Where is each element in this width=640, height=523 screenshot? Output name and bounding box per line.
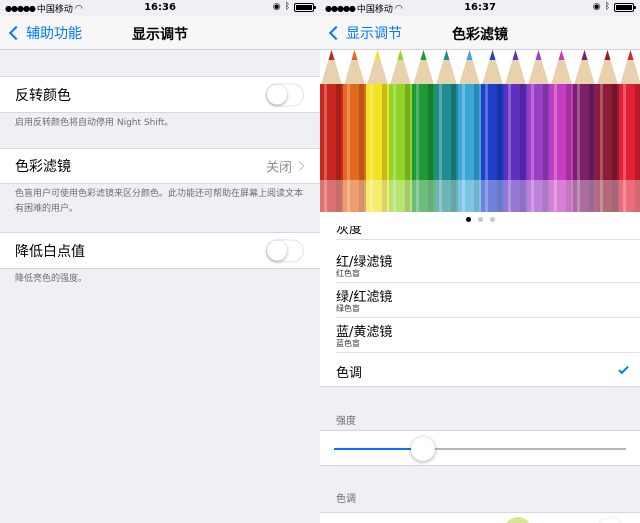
filter-name: 色调 <box>336 366 363 381</box>
page-indicator[interactable] <box>320 212 640 226</box>
orientation-lock-icon: ◉ <box>592 2 601 12</box>
chevron-right-icon <box>294 161 305 171</box>
bluetooth-icon: ᛒ <box>284 2 290 12</box>
filter-row-color-tint[interactable]: 色调 <box>320 353 640 386</box>
invert-colors-row: 反转颜色 <box>0 76 320 113</box>
color-pencil <box>366 50 389 212</box>
navigation-bar: 辅助功能 显示调节 <box>0 16 320 50</box>
navigation-bar: 显示调节 色彩滤镜 <box>320 16 640 50</box>
page-dot[interactable] <box>477 216 483 222</box>
color-pencil <box>619 50 640 212</box>
color-pencil <box>320 50 343 212</box>
filter-row-blue-yellow[interactable]: 蓝/黄滤镜 蓝色盲 <box>320 318 640 353</box>
page-dot[interactable] <box>489 216 495 222</box>
reduce-white-point-footer: 降低亮色的强度。 <box>15 274 88 284</box>
color-filters-screen: ●●●●● 中国移动 ◠ 16:37 ◉ ᛒ 显示调节 色彩滤镜 灰度 红/绿滤… <box>320 0 640 523</box>
battery-icon <box>614 2 636 12</box>
battery-icon <box>294 2 316 12</box>
filter-subtitle: 红色盲 <box>336 269 360 278</box>
page-title: 色彩滤镜 <box>452 27 508 43</box>
invert-colors-toggle[interactable] <box>266 83 304 106</box>
color-pencil <box>527 50 550 212</box>
intensity-slider-thumb[interactable] <box>411 437 436 461</box>
display-settings-screen: ●●●●● 中国移动 ◠ 16:36 ◉ ᛒ 辅助功能 显示调节 反转颜色 启用… <box>0 0 320 523</box>
color-filters-footer: 色盲用户可使用色彩滤镜来区分颜色。此功能还可帮助在屏幕上阅读文本有困难的用户。 <box>15 189 304 214</box>
status-bar: ●●●●● 中国移动 ◠ 16:37 ◉ ᛒ <box>320 0 640 16</box>
filter-list: 灰度 红/绿滤镜 红色盲 绿/红滤镜 绿色盲 蓝/黄滤镜 蓝色盲 色调 <box>320 226 640 387</box>
color-pencil <box>481 50 504 212</box>
filter-subtitle: 绿色盲 <box>336 304 360 313</box>
color-pencil <box>458 50 481 212</box>
color-pencil <box>435 50 458 212</box>
reduce-white-point-row: 降低白点值 <box>0 232 320 269</box>
intensity-header: 强度 <box>336 416 356 427</box>
bluetooth-icon: ᛒ <box>604 2 610 12</box>
page-title: 显示调节 <box>132 27 188 43</box>
hue-slider-end-thumb[interactable] <box>598 518 622 523</box>
invert-colors-footer: 启用反转颜色将自动停用 Night Shift。 <box>15 118 174 128</box>
filter-row-grayscale[interactable]: 灰度 <box>320 226 640 240</box>
color-pencil <box>343 50 366 212</box>
filter-name: 灰度 <box>336 226 363 237</box>
intensity-slider-track[interactable] <box>334 448 626 450</box>
filter-row-green-red[interactable]: 绿/红滤镜 绿色盲 <box>320 283 640 318</box>
status-bar: ●●●●● 中国移动 ◠ 16:36 ◉ ᛒ <box>0 0 320 16</box>
filter-row-red-green[interactable]: 红/绿滤镜 红色盲 <box>320 248 640 283</box>
color-pencil <box>412 50 435 212</box>
orientation-lock-icon: ◉ <box>272 2 281 12</box>
color-filters-value: 关闭 <box>265 160 292 176</box>
reduce-white-point-label: 降低白点值 <box>15 243 85 260</box>
hue-slider-row <box>320 512 640 523</box>
color-pencil <box>596 50 619 212</box>
hue-slider-thumb[interactable] <box>504 517 532 523</box>
reduce-white-point-toggle[interactable] <box>266 239 304 262</box>
color-pencil <box>550 50 573 212</box>
color-filters-row[interactable]: 色彩滤镜 关闭 <box>0 148 320 184</box>
color-filters-label: 色彩滤镜 <box>15 159 71 175</box>
checkmark-icon <box>618 363 629 375</box>
color-pencils-preview[interactable] <box>320 50 640 212</box>
filter-subtitle: 蓝色盲 <box>336 339 360 348</box>
color-pencil <box>573 50 596 212</box>
page-dot[interactable] <box>465 216 471 222</box>
color-pencil <box>389 50 412 212</box>
intensity-slider-row <box>320 430 640 466</box>
hue-header: 色调 <box>336 494 356 505</box>
invert-colors-label: 反转颜色 <box>15 87 71 104</box>
color-pencil <box>504 50 527 212</box>
